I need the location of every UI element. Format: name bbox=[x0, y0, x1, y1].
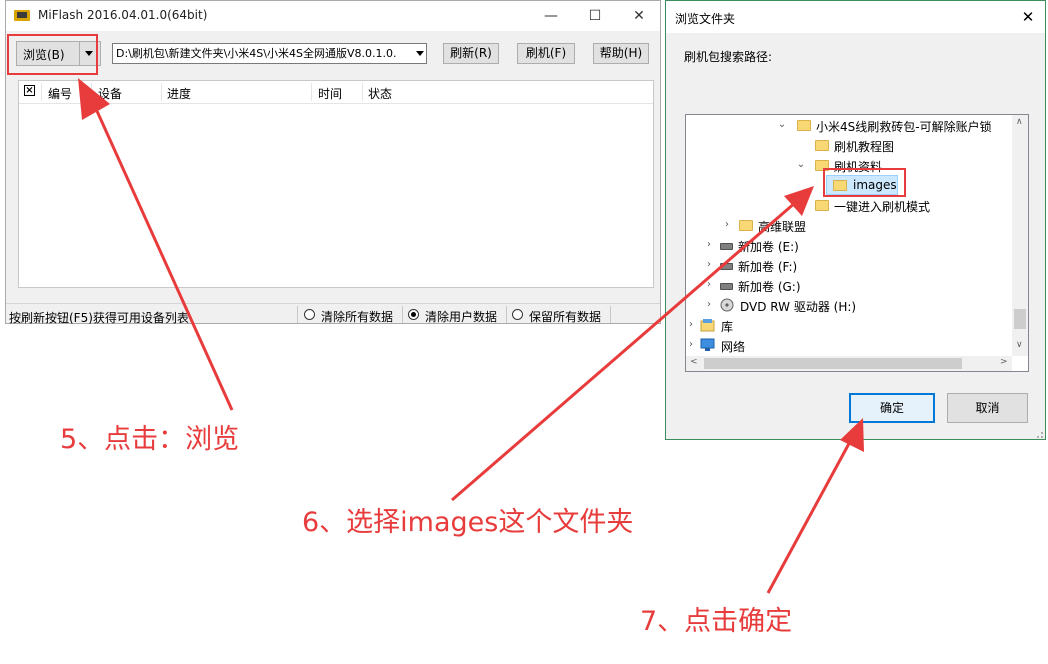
status-text: 按刷新按钮(F5)获得可用设备列表 bbox=[9, 311, 189, 325]
select-all-checkbox[interactable]: × bbox=[24, 85, 35, 96]
chevron-down-icon[interactable]: ⌄ bbox=[777, 119, 787, 130]
resize-grip-icon[interactable] bbox=[1034, 429, 1044, 439]
network-icon bbox=[700, 338, 715, 351]
dialog-title: 浏览文件夹 bbox=[675, 12, 736, 26]
tree-node[interactable]: › DVD RW 驱动器 (H:) bbox=[686, 295, 1012, 315]
folder-icon bbox=[739, 220, 753, 231]
minimize-button[interactable]: — bbox=[528, 1, 574, 31]
tree-node[interactable]: › 新加卷 (F:) bbox=[686, 255, 1012, 275]
status-bar: 按刷新按钮(F5)获得可用设备列表 清除所有数据 清除用户数据 保留所有数据 bbox=[6, 303, 660, 325]
tree-node-label: 新加卷 (G:) bbox=[738, 280, 801, 294]
window-title: MiFlash 2016.04.01.0(64bit) bbox=[38, 8, 208, 22]
scrollbar-thumb[interactable] bbox=[1014, 309, 1026, 329]
column-number[interactable]: 编号 bbox=[48, 85, 72, 102]
tree-node-label: 高维联盟 bbox=[758, 220, 807, 234]
tree-node[interactable]: › 新加卷 (G:) bbox=[686, 275, 1012, 295]
radio-clear-user-label[interactable]: 清除用户数据 bbox=[425, 308, 497, 325]
tree-horizontal-scrollbar[interactable]: < > bbox=[686, 356, 1012, 371]
highlight-images-folder bbox=[823, 168, 906, 197]
device-list[interactable]: × 编号 设备 进度 时间 状态 bbox=[18, 80, 654, 288]
folder-tree[interactable]: ⌄ 小米4S线刷救砖包-可解除账户锁 刷机教程图 ⌄ 刷机资料 images 一… bbox=[685, 114, 1029, 372]
cancel-button[interactable]: 取消 bbox=[947, 393, 1028, 423]
column-device[interactable]: 设备 bbox=[98, 85, 122, 102]
tree-node-label: 刷机教程图 bbox=[834, 140, 895, 154]
drive-icon bbox=[720, 243, 733, 250]
app-icon bbox=[14, 10, 30, 21]
tree-node[interactable]: ⌄ 小米4S线刷救砖包-可解除账户锁 bbox=[686, 115, 1012, 135]
annotation-step-5: 5、点击：浏览 bbox=[60, 424, 240, 455]
tree-node-label: 新加卷 (F:) bbox=[738, 260, 798, 274]
chevron-right-icon[interactable]: › bbox=[704, 299, 714, 310]
path-value: D:\刷机包\新建文件夹\小米4S\小米4S全网通版V8.0.1.0. bbox=[116, 47, 397, 60]
tree-node[interactable]: › 新加卷 (E:) bbox=[686, 235, 1012, 255]
tree-node-label: DVD RW 驱动器 (H:) bbox=[740, 300, 857, 314]
radio-keep-all-label[interactable]: 保留所有数据 bbox=[529, 308, 601, 325]
folder-icon bbox=[797, 120, 811, 131]
chevron-right-icon[interactable]: › bbox=[686, 339, 696, 350]
dvd-drive-icon bbox=[720, 298, 734, 312]
annotation-step-7: 7、点击确定 bbox=[640, 606, 793, 637]
tree-node-label: 网络 bbox=[721, 340, 746, 354]
chevron-left-icon[interactable]: < bbox=[690, 357, 698, 367]
highlight-browse-button bbox=[7, 34, 98, 75]
folder-icon bbox=[815, 140, 829, 151]
path-combobox[interactable]: D:\刷机包\新建文件夹\小米4S\小米4S全网通版V8.0.1.0. bbox=[112, 43, 427, 64]
tree-node-label: 新加卷 (E:) bbox=[738, 240, 799, 254]
tree-node[interactable]: › 库 bbox=[686, 315, 1012, 335]
chevron-right-icon[interactable]: › bbox=[686, 319, 696, 330]
help-button[interactable]: 帮助(H) bbox=[593, 43, 649, 64]
tree-node-label: 库 bbox=[721, 320, 734, 334]
dialog-titlebar[interactable]: 浏览文件夹 ✕ bbox=[666, 1, 1045, 33]
radio-clear-all[interactable] bbox=[304, 309, 315, 320]
dialog-close-button[interactable]: ✕ bbox=[1016, 5, 1040, 29]
miflash-titlebar[interactable]: MiFlash 2016.04.01.0(64bit) — ☐ ✕ bbox=[6, 1, 660, 31]
chevron-right-icon[interactable]: › bbox=[704, 279, 714, 290]
chevron-right-icon[interactable]: › bbox=[704, 259, 714, 270]
browse-folder-dialog: 浏览文件夹 ✕ 刷机包搜索路径: ⌄ 小米4S线刷救砖包-可解除账户锁 刷机教程… bbox=[665, 0, 1046, 440]
column-progress[interactable]: 进度 bbox=[167, 85, 191, 102]
radio-selected-dot bbox=[411, 312, 416, 317]
chevron-down-icon[interactable] bbox=[416, 51, 424, 56]
scrollbar-thumb[interactable] bbox=[704, 358, 962, 369]
miflash-window: MiFlash 2016.04.01.0(64bit) — ☐ ✕ 浏览(B) … bbox=[5, 0, 661, 325]
annotation-step-6: 6、选择images这个文件夹 bbox=[302, 507, 634, 538]
tree-node-label: 小米4S线刷救砖包-可解除账户锁 bbox=[816, 120, 992, 134]
column-time[interactable]: 时间 bbox=[318, 85, 342, 102]
library-icon bbox=[700, 319, 715, 332]
radio-clear-all-label[interactable]: 清除所有数据 bbox=[321, 308, 393, 325]
dialog-prompt: 刷机包搜索路径: bbox=[684, 50, 773, 64]
drive-icon bbox=[720, 283, 733, 290]
device-list-header: × 编号 设备 进度 时间 状态 bbox=[19, 81, 653, 104]
radio-keep-all[interactable] bbox=[512, 309, 523, 320]
close-button[interactable]: ✕ bbox=[616, 1, 662, 31]
refresh-button[interactable]: 刷新(R) bbox=[443, 43, 499, 64]
chevron-up-icon[interactable]: ∧ bbox=[1016, 117, 1023, 127]
radio-clear-user[interactable] bbox=[408, 309, 419, 320]
chevron-down-icon[interactable]: ∨ bbox=[1016, 340, 1023, 350]
chevron-right-icon[interactable]: › bbox=[722, 219, 732, 230]
folder-icon bbox=[815, 200, 829, 211]
tree-node[interactable]: › 网络 bbox=[686, 335, 1012, 355]
drive-icon bbox=[720, 263, 733, 270]
column-status[interactable]: 状态 bbox=[368, 85, 392, 102]
maximize-button[interactable]: ☐ bbox=[572, 1, 618, 31]
flash-button[interactable]: 刷机(F) bbox=[517, 43, 575, 64]
chevron-right-icon[interactable]: › bbox=[704, 239, 714, 250]
tree-node[interactable]: 刷机教程图 bbox=[686, 135, 1012, 155]
chevron-right-icon[interactable]: > bbox=[1000, 357, 1008, 367]
tree-node[interactable]: 一键进入刷机模式 bbox=[686, 195, 1012, 215]
tree-vertical-scrollbar[interactable]: ∧ ∨ bbox=[1012, 115, 1028, 356]
tree-node-label: 一键进入刷机模式 bbox=[834, 200, 931, 214]
tree-node[interactable]: › 高维联盟 bbox=[686, 215, 1012, 235]
chevron-down-icon[interactable]: ⌄ bbox=[796, 159, 806, 170]
ok-button[interactable]: 确定 bbox=[849, 393, 935, 423]
